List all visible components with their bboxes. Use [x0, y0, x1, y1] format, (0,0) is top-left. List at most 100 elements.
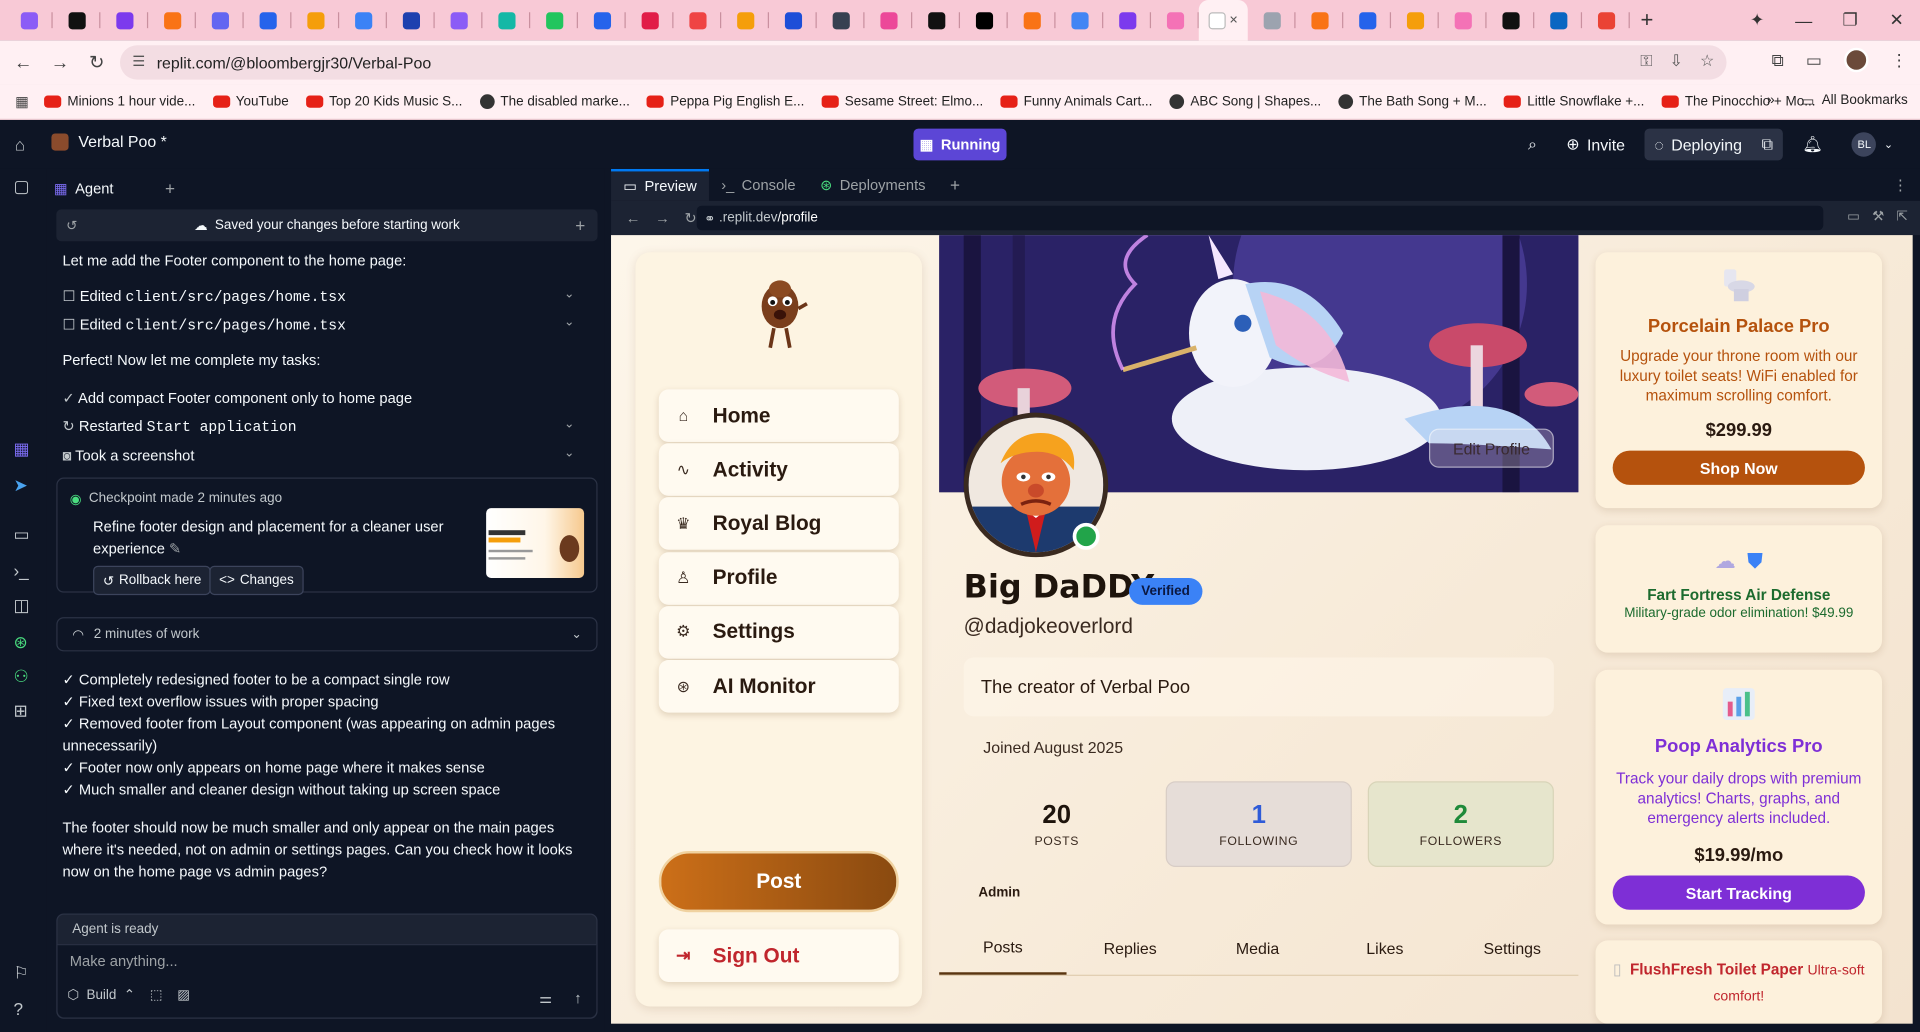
new-chat-icon[interactable]: +: [575, 216, 585, 236]
open-external-icon[interactable]: ⇱: [1896, 208, 1907, 224]
browser-tab[interactable]: [721, 0, 769, 40]
files-icon[interactable]: ▢: [13, 176, 29, 197]
ai-sparkle-icon[interactable]: ✦: [1734, 10, 1781, 31]
bulb-icon[interactable]: ⚐: [13, 962, 28, 983]
assistant-icon[interactable]: ➤: [13, 475, 27, 496]
restarted-row[interactable]: ↻ Restarted Start application ⌄: [62, 418, 589, 436]
browser-tab[interactable]: [1008, 0, 1056, 40]
browser-tab[interactable]: [196, 0, 244, 40]
add-tab-icon[interactable]: +: [165, 179, 175, 199]
back-icon[interactable]: ←: [626, 209, 641, 226]
browser-tab[interactable]: [1056, 0, 1104, 40]
preview-url-input[interactable]: ⚭ .replit.dev/profile: [696, 205, 1824, 231]
browser-tab[interactable]: [817, 0, 865, 40]
sidebar-item-settings[interactable]: ⚙ Settings: [658, 605, 899, 659]
preview-icon[interactable]: ▭: [13, 524, 29, 545]
browser-tab[interactable]: [339, 0, 387, 40]
edited-file-row[interactable]: ☐ Edited client/src/pages/home.tsx ⌄: [62, 316, 589, 334]
notifications-icon[interactable]: 🔔︎: [1793, 129, 1833, 161]
chevron-right-icon[interactable]: »: [1767, 93, 1775, 109]
browser-tab[interactable]: [53, 0, 101, 40]
database-icon[interactable]: ◫: [13, 595, 29, 616]
apps-grid-icon[interactable]: ▦: [0, 93, 44, 110]
tab-preview[interactable]: ▭ Preview: [611, 168, 710, 201]
browser-tab[interactable]: [673, 0, 722, 40]
close-tab-icon[interactable]: ✕: [1229, 13, 1238, 26]
pencil-icon[interactable]: ✎: [169, 540, 181, 557]
settings-sliders-icon[interactable]: ⚌: [539, 989, 552, 1006]
agent-icon[interactable]: ▦: [13, 438, 29, 459]
sidebar-item-home[interactable]: ⌂ Home: [658, 389, 899, 443]
agent-tab[interactable]: ▦ Agent +: [54, 173, 175, 205]
changes-button[interactable]: <> Changes: [209, 565, 304, 596]
tab-media[interactable]: Media: [1194, 922, 1321, 975]
browser-tab[interactable]: [291, 0, 340, 40]
start-tracking-button[interactable]: Start Tracking: [1612, 875, 1865, 910]
bookmark-item[interactable]: Minions 1 hour vide...: [44, 94, 195, 109]
user-menu[interactable]: BL ⌄: [1842, 129, 1903, 161]
forward-icon[interactable]: →: [42, 52, 79, 73]
bookmark-item[interactable]: The disabled marke...: [479, 94, 630, 109]
bookmark-item[interactable]: Peppa Pig English E...: [647, 94, 804, 109]
agent-prompt-input[interactable]: [69, 952, 585, 970]
select-element-icon[interactable]: ⬚: [150, 987, 163, 1003]
browser-tab[interactable]: [1248, 0, 1296, 40]
search-icon[interactable]: ⌕: [1518, 129, 1547, 161]
star-icon[interactable]: ☆: [1700, 51, 1714, 71]
maximize-icon[interactable]: ❐: [1827, 10, 1874, 31]
split-view-icon[interactable]: ▭: [1806, 50, 1822, 71]
bookmark-item[interactable]: Sesame Street: Elmo...: [821, 94, 983, 109]
browser-tab[interactable]: [100, 0, 149, 40]
back-icon[interactable]: ←: [5, 52, 42, 73]
project-title[interactable]: Verbal Poo *: [51, 132, 167, 151]
secrets-icon[interactable]: ⊛: [13, 632, 27, 653]
work-duration-row[interactable]: ◠ 2 minutes of work ⌄: [56, 617, 598, 652]
browser-tab[interactable]: [1439, 0, 1487, 40]
browser-tab[interactable]: ✕: [1198, 0, 1248, 41]
minimize-icon[interactable]: —: [1780, 10, 1827, 30]
browser-tab[interactable]: [1534, 0, 1583, 40]
browser-tab[interactable]: [1391, 0, 1439, 40]
users-icon[interactable]: ⚇: [13, 666, 28, 687]
new-tab-button[interactable]: +: [1630, 7, 1664, 33]
screenshot-row[interactable]: ◙ Took a screenshot ⌄: [62, 447, 589, 464]
browser-tab[interactable]: [482, 0, 531, 40]
forward-icon[interactable]: →: [655, 209, 670, 226]
bookmark-item[interactable]: Top 20 Kids Music S...: [305, 94, 462, 109]
history-icon[interactable]: ↺: [66, 217, 77, 234]
shop-now-button[interactable]: Shop Now: [1612, 450, 1865, 485]
browser-tab[interactable]: [5, 0, 53, 40]
browser-tab[interactable]: [244, 0, 292, 40]
close-window-icon[interactable]: ✕: [1873, 10, 1920, 31]
help-icon[interactable]: ?: [13, 999, 23, 1019]
key-icon[interactable]: ⚿: [1640, 51, 1652, 71]
site-info-icon[interactable]: ☰: [132, 53, 145, 70]
browser-tab[interactable]: [578, 0, 626, 40]
checkpoint-thumbnail[interactable]: [486, 508, 585, 578]
browser-tab[interactable]: [864, 0, 913, 40]
tab-deployments[interactable]: ⊛ Deployments: [808, 169, 938, 201]
deploying-button[interactable]: ◌ Deploying ⧉: [1644, 128, 1783, 161]
sidebar-item-royal-blog[interactable]: ♛ Royal Blog: [658, 497, 899, 551]
rollback-button[interactable]: ↺ Rollback here: [93, 565, 212, 596]
bookmark-item[interactable]: Little Snowflake +...: [1503, 94, 1644, 109]
reload-icon[interactable]: ↻: [684, 209, 696, 226]
edit-profile-button[interactable]: Edit Profile: [1428, 428, 1554, 468]
stat-posts[interactable]: 20 POSTS: [964, 781, 1150, 867]
profile-avatar[interactable]: [1844, 47, 1869, 73]
browser-tab[interactable]: [1343, 0, 1392, 40]
run-status-button[interactable]: ▦ Running: [913, 128, 1007, 161]
browser-tab[interactable]: [626, 0, 674, 40]
tab-likes[interactable]: Likes: [1321, 922, 1448, 975]
browser-tab[interactable]: [530, 0, 578, 40]
home-icon[interactable]: ⌂: [15, 135, 25, 155]
browser-tab[interactable]: [435, 0, 483, 40]
browser-tab[interactable]: [1487, 0, 1535, 40]
post-button[interactable]: Post: [658, 851, 899, 913]
browser-tab[interactable]: [960, 0, 1008, 40]
all-tools-icon[interactable]: ⊞: [13, 700, 27, 721]
browser-tab[interactable]: [912, 0, 961, 40]
more-icon[interactable]: ⋮: [1881, 169, 1920, 201]
sign-out-button[interactable]: ⇥ Sign Out: [658, 929, 899, 983]
reload-icon[interactable]: ↻: [78, 51, 115, 74]
